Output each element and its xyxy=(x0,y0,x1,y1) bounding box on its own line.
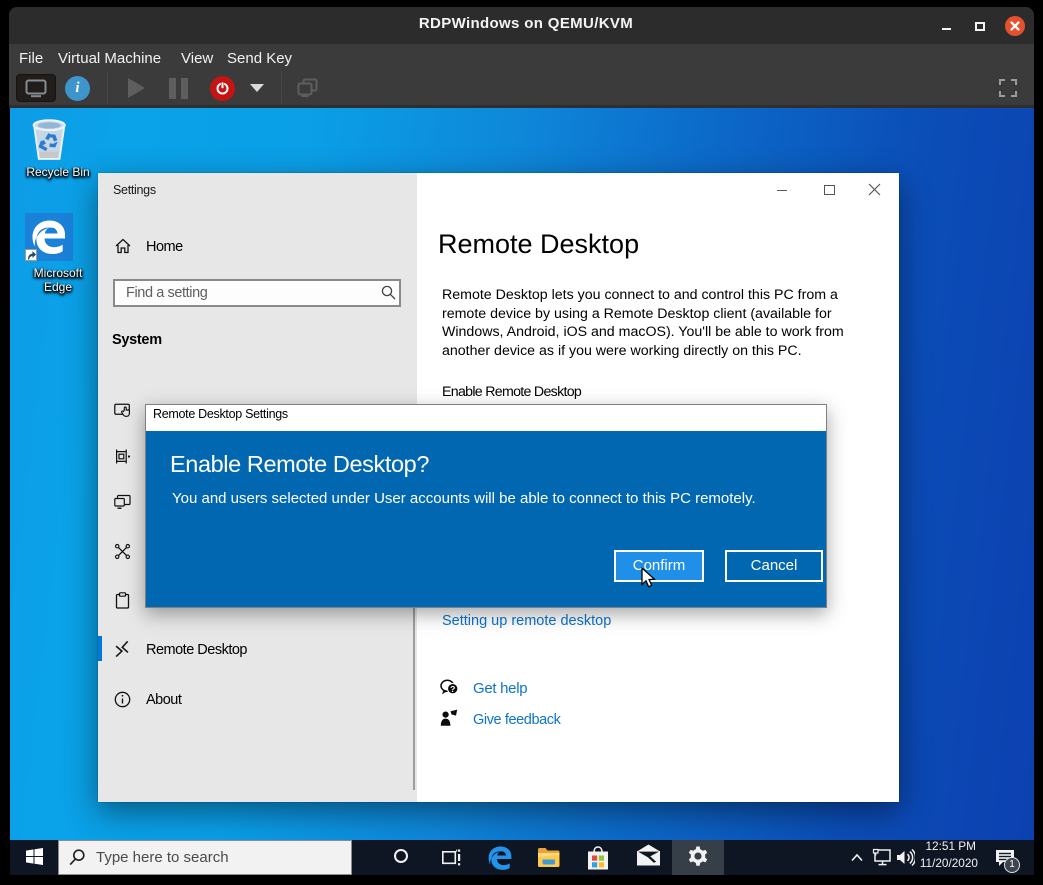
svg-text:?: ? xyxy=(450,684,455,694)
